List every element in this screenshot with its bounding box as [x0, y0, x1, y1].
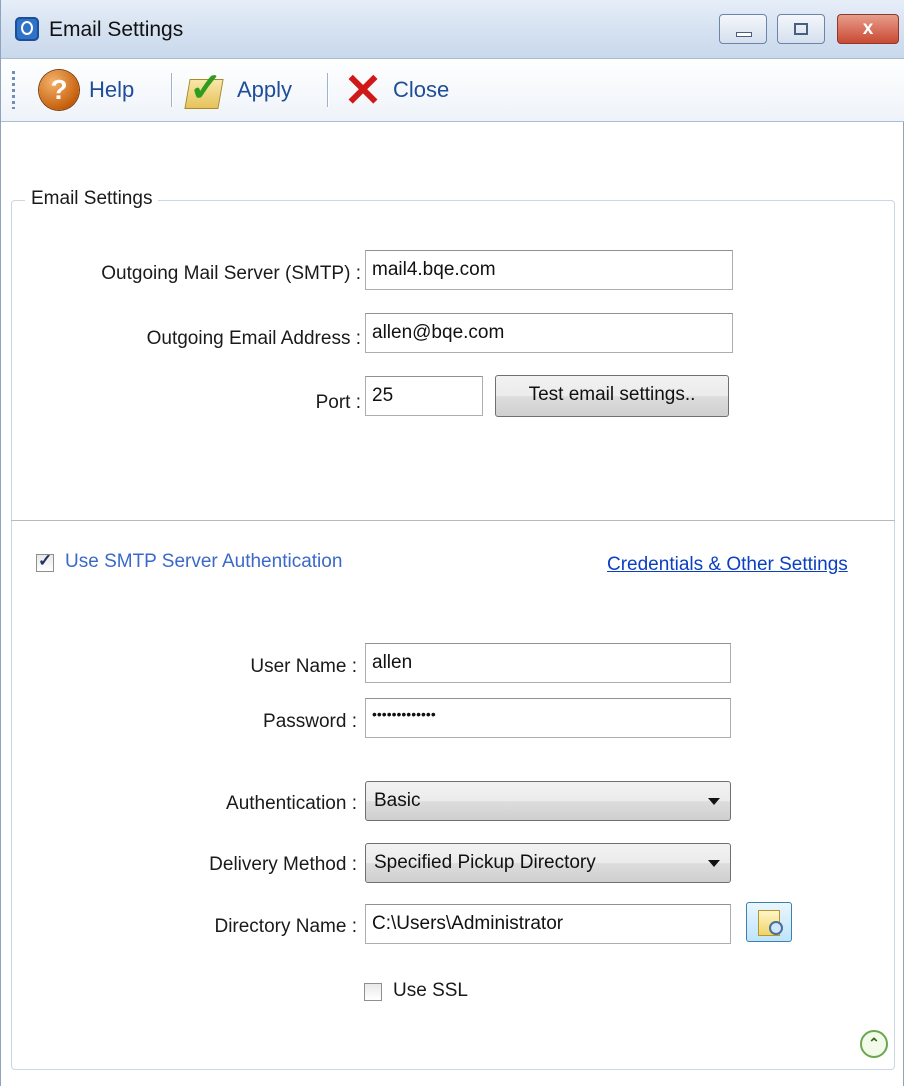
use-ssl-label[interactable]: Use SSL	[393, 980, 468, 1002]
section-divider	[11, 520, 895, 521]
apply-button[interactable]: ✓ Apply	[183, 66, 293, 111]
magnifier-icon	[769, 921, 783, 935]
username-label: User Name :	[250, 656, 357, 677]
browse-directory-button[interactable]	[746, 902, 792, 942]
directory-name-input[interactable]: C:\Users\Administrator	[365, 904, 731, 944]
red-x-icon: ✕	[343, 64, 383, 116]
close-label: Close	[393, 77, 450, 102]
minimize-button[interactable]	[719, 14, 767, 44]
use-smtp-auth-checkbox[interactable]	[36, 551, 54, 572]
use-ssl-checkbox[interactable]	[364, 983, 382, 1001]
outgoing-email-label: Outgoing Email Address :	[146, 328, 361, 349]
authentication-value: Basic	[374, 790, 421, 811]
close-toolbar-button[interactable]: ✕ Close	[343, 64, 450, 116]
delivery-method-label: Delivery Method :	[209, 854, 357, 875]
toolbar-separator	[171, 73, 173, 107]
outgoing-email-input[interactable]: allen@bqe.com	[365, 313, 733, 353]
smtp-server-label: Outgoing Mail Server (SMTP) :	[101, 263, 361, 284]
toolbar: ? Help ✓ Apply ✕ Close	[1, 59, 904, 122]
maximize-icon	[794, 23, 808, 35]
window-title: Email Settings	[49, 18, 184, 41]
directory-name-label: Directory Name :	[214, 916, 357, 937]
email-settings-window: Email Settings x ? Help ✓ Apply ✕ Close …	[0, 0, 904, 1086]
minimize-icon	[736, 32, 752, 37]
delivery-method-value: Specified Pickup Directory	[374, 852, 596, 873]
toolbar-grip[interactable]	[12, 71, 15, 109]
chevron-down-icon	[708, 798, 720, 805]
apply-label: Apply	[237, 77, 293, 102]
password-input[interactable]: •••••••••••••	[365, 698, 731, 738]
password-label: Password :	[263, 711, 357, 732]
credentials-settings-link[interactable]: Credentials & Other Settings	[607, 554, 848, 576]
delivery-method-select[interactable]: Specified Pickup Directory	[365, 843, 731, 883]
help-icon: ?	[39, 70, 79, 110]
test-email-settings-button[interactable]: Test email settings..	[495, 375, 729, 417]
toolbar-separator	[327, 73, 329, 107]
port-label: Port :	[315, 392, 361, 413]
authentication-label: Authentication :	[226, 793, 357, 814]
help-label: Help	[89, 77, 135, 102]
title-bar[interactable]: Email Settings x	[1, 0, 904, 59]
close-icon: x	[862, 18, 874, 39]
username-input[interactable]: allen	[365, 643, 731, 683]
group-legend: Email Settings	[25, 188, 159, 210]
apply-check-icon: ✓	[183, 66, 227, 111]
help-button[interactable]: ? Help	[39, 69, 134, 111]
chevron-down-icon	[708, 860, 720, 867]
use-smtp-auth-label[interactable]: Use SMTP Server Authentication	[65, 551, 342, 573]
smtp-server-input[interactable]: mail4.bqe.com	[365, 250, 733, 290]
window-close-button[interactable]: x	[837, 14, 899, 44]
port-input[interactable]: 25	[365, 376, 483, 416]
collapse-section-icon[interactable]: ⌃	[860, 1030, 888, 1058]
maximize-button[interactable]	[777, 14, 825, 44]
app-logo-icon	[15, 17, 39, 41]
authentication-select[interactable]: Basic	[365, 781, 731, 821]
